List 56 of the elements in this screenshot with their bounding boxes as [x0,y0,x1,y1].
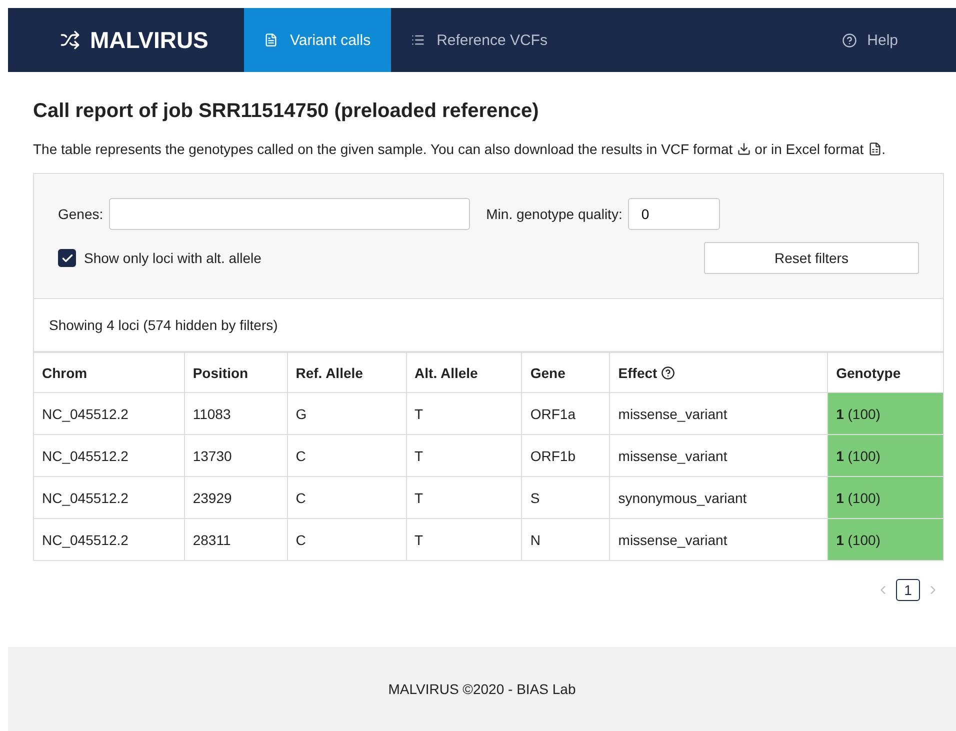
help-link[interactable]: Help [842,8,898,72]
table-cell: ORF1b [522,434,610,476]
table-cell: synonymous_variant [610,476,828,518]
table-cell: 28311 [184,518,288,560]
table-cell: NC_045512.2 [34,476,184,518]
reset-button[interactable]: Reset filters [704,242,919,274]
help-icon [842,32,858,48]
genes-label: Genes: [58,206,104,222]
table-cell: NC_045512.2 [34,392,184,434]
table-cell: T [406,476,522,518]
table-cell: T [406,392,522,434]
table-cell: 23929 [184,476,288,518]
table-cell: missense_variant [610,434,828,476]
quality-label: Min. genotype quality: [486,206,622,222]
table-cell: 1 (100) [828,434,944,476]
table-cell: G [287,392,406,434]
table-cell: NC_045512.2 [34,518,184,560]
table-cell: S [522,476,610,518]
table-cell: ORF1a [522,392,610,434]
column-header: Chrom [34,352,184,392]
table-cell: C [287,476,406,518]
table-cell: NC_045512.2 [34,434,184,476]
download-icon[interactable] [736,142,751,156]
summary-text: Showing 4 loci (574 hidden by filters) [33,299,944,352]
checkbox-label: Show only loci with alt. allele [84,250,262,266]
shuffle-icon [60,30,80,50]
footer-text: MALVIRUS ©2020 - BIAS Lab [388,681,576,697]
genes-field[interactable] [109,198,470,230]
brand-logo[interactable]: MALVIRUS [90,26,208,54]
table-cell: missense_variant [610,392,828,434]
table-cell: T [406,434,522,476]
list-icon [410,33,425,47]
table-cell: 1 (100) [828,518,944,560]
table-cell: 11083 [184,392,288,434]
quality-field[interactable]: 0 [628,198,720,230]
table-cell: C [287,434,406,476]
table-cell: C [287,518,406,560]
intro-text: or in Excel format [754,141,864,157]
checkbox[interactable] [58,249,76,267]
table-cell: N [522,518,610,560]
nav-tab[interactable]: Variant calls [244,8,391,72]
table-cell: T [406,518,522,560]
table-cell: missense_variant [610,518,828,560]
file-icon [264,33,278,47]
spreadsheet-file-icon[interactable] [868,142,882,156]
intro-text: . [882,141,886,157]
table-cell: 1 (100) [828,476,944,518]
intro-text: The table represents the genotypes called on the given sample. You can also download the results in VCF format [33,141,733,157]
table-cell: 13730 [184,434,288,476]
page-button[interactable]: 1 [896,579,920,601]
check-icon [60,252,74,264]
nav-tab[interactable]: Reference VCFs [390,8,568,72]
page-title: Call report of job SRR11514750 (preloaded reference) [33,100,540,123]
help-icon[interactable] [661,366,676,380]
table-cell: 1 (100) [828,392,944,434]
column-header-text: Effect [618,364,658,380]
